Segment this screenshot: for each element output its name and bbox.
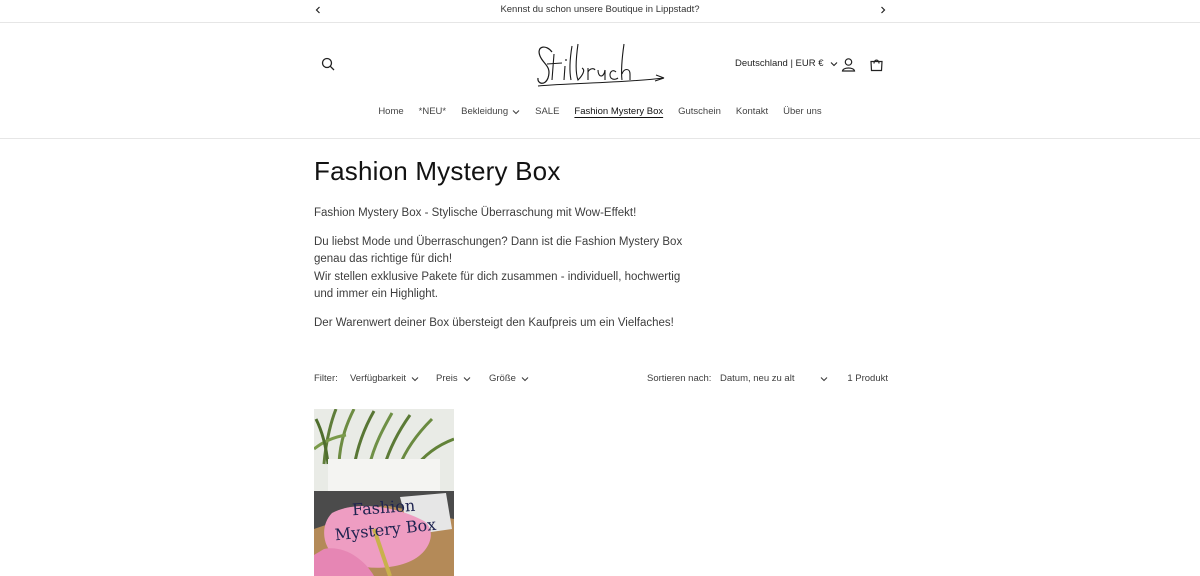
product-card[interactable]: Fashion Mystery Box: [314, 409, 454, 576]
chevron-right-icon: [881, 6, 886, 14]
nav-item-fashion-mystery-box[interactable]: Fashion Mystery Box: [567, 106, 671, 117]
filter-label: Filter:: [314, 373, 338, 384]
description-body: Du liebst Mode und Überraschungen? Dann …: [314, 234, 694, 304]
sort-select[interactable]: Datum, neu zu alt: [720, 373, 828, 384]
sort-select-value: Datum, neu zu alt: [720, 373, 795, 384]
filter-availability-label: Verfügbarkeit: [350, 373, 406, 384]
chevron-down-icon: [512, 109, 520, 114]
filter-size-label: Größe: [489, 373, 516, 384]
nav-item-kontakt[interactable]: Kontakt: [728, 106, 775, 117]
user-icon: [841, 57, 855, 72]
nav-item-home[interactable]: Home: [371, 106, 411, 117]
sort-label: Sortieren nach:: [647, 373, 712, 384]
page-title: Fashion Mystery Box: [314, 156, 561, 186]
announcement-bar: Kennst du schon unsere Boutique in Lipps…: [0, 0, 1200, 23]
country-selector-label: Deutschland | EUR €: [735, 58, 824, 69]
filter-price-label: Preis: [436, 373, 458, 384]
filter-availability-dropdown[interactable]: Verfügbarkeit: [350, 373, 419, 384]
nav-item-label: SALE: [535, 106, 560, 117]
chevron-down-icon: [411, 376, 419, 381]
nav-item-bekleidung[interactable]: Bekleidung: [454, 106, 528, 117]
announcement-next-button[interactable]: [875, 2, 891, 18]
product-image[interactable]: Fashion Mystery Box: [314, 409, 454, 576]
description-value-note: Der Warenwert deiner Box übersteigt den …: [314, 316, 674, 329]
nav-item-label: Bekleidung: [461, 106, 509, 117]
store-logo[interactable]: [532, 34, 668, 94]
nav-item-label: *NEU*: [418, 106, 447, 117]
collection-description: Fashion Mystery Box - Stylische Überrasc…: [314, 205, 694, 343]
nav-item-sale[interactable]: SALE: [528, 106, 567, 117]
description-line: Wir stellen exklusive Pakete für dich zu…: [314, 270, 681, 301]
account-button[interactable]: [837, 53, 859, 75]
cart-button[interactable]: [865, 53, 887, 75]
nav-item-neu[interactable]: *NEU*: [411, 106, 453, 117]
nav-item-label: Fashion Mystery Box: [574, 106, 664, 117]
filter-price-dropdown[interactable]: Preis: [436, 373, 471, 384]
description-line: Du liebst Mode und Überraschungen? Dann …: [314, 235, 683, 266]
country-selector[interactable]: Deutschland | EUR €: [735, 58, 838, 69]
filter-size-dropdown[interactable]: Größe: [489, 373, 529, 384]
filter-bar: Filter: Verfügbarkeit Preis Größe Sortie…: [314, 373, 888, 387]
announcement-text[interactable]: Kennst du schon unsere Boutique in Lipps…: [0, 4, 1200, 15]
nav-item-gutschein[interactable]: Gutschein: [671, 106, 729, 117]
product-count: 1 Produkt: [847, 373, 888, 384]
nav-item-label: Über uns: [783, 106, 822, 117]
nav-item-label: Home: [378, 106, 404, 117]
search-icon: [321, 57, 335, 71]
description-intro: Fashion Mystery Box - Stylische Überrasc…: [314, 207, 637, 219]
chevron-down-icon: [521, 376, 529, 381]
site-header: Deutschland | EUR € Home *NEU* Bekleidun…: [0, 24, 1200, 139]
chevron-down-icon: [820, 376, 828, 381]
shopping-bag-icon: [869, 59, 883, 71]
main-navigation: Home *NEU* Bekleidung SALE Fashion Myste…: [0, 106, 1200, 117]
chevron-down-icon: [463, 376, 471, 381]
nav-item-ueber-uns[interactable]: Über uns: [776, 106, 830, 117]
nav-item-label: Gutschein: [678, 106, 721, 117]
nav-item-label: Kontakt: [735, 106, 769, 117]
search-button[interactable]: [317, 53, 339, 75]
